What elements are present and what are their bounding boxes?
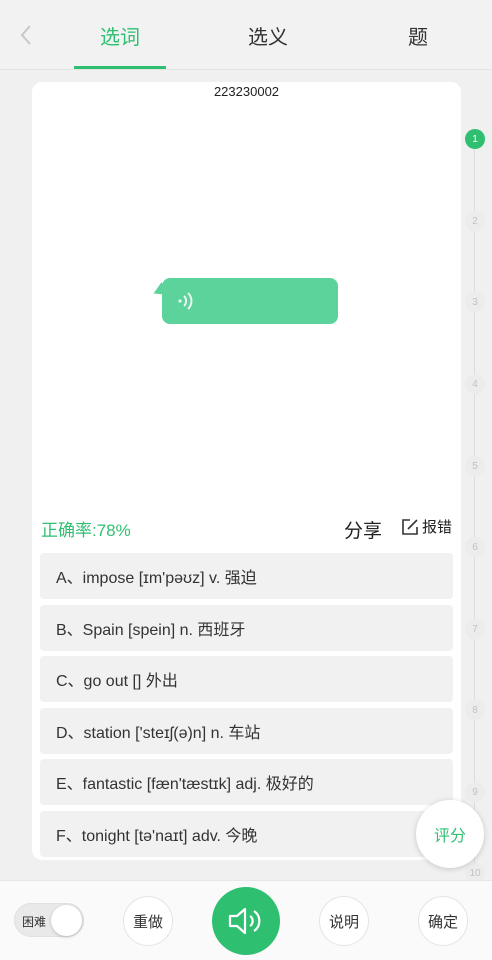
sound-wave-icon bbox=[178, 292, 193, 310]
option-b[interactable]: B、Spain [spein] n. 西班牙 bbox=[40, 605, 453, 651]
accuracy-rate: 正确率:78% bbox=[41, 521, 131, 540]
difficulty-label: 困难 bbox=[22, 915, 47, 929]
step-8[interactable]: 8 bbox=[465, 700, 485, 720]
step-2[interactable]: 2 bbox=[465, 211, 485, 231]
tab-choose-word[interactable]: 选词 bbox=[74, 0, 166, 70]
edit-icon bbox=[402, 518, 418, 535]
progress-rail bbox=[474, 130, 475, 890]
speaker-icon bbox=[228, 907, 261, 935]
step-4[interactable]: 4 bbox=[465, 374, 485, 394]
step-5[interactable]: 5 bbox=[465, 456, 485, 476]
tab-question[interactable]: 题 bbox=[372, 0, 464, 70]
share-button[interactable]: 分享 bbox=[344, 516, 382, 543]
chevron-left-icon bbox=[20, 25, 31, 45]
toggle-knob bbox=[51, 905, 82, 936]
confirm-button[interactable]: 确定 bbox=[418, 896, 468, 946]
question-card: 223230002 正确率:78% 分享 报错 A、impose [ɪm'pəʊ… bbox=[32, 82, 461, 860]
option-c[interactable]: C、go out [] 外出 bbox=[40, 656, 453, 702]
play-audio-button[interactable] bbox=[212, 887, 280, 955]
difficulty-toggle[interactable]: 困难 bbox=[14, 903, 84, 937]
step-1[interactable]: 1 bbox=[465, 129, 485, 149]
top-nav: 选词 选义 题 bbox=[0, 0, 492, 70]
redo-button[interactable]: 重做 bbox=[123, 896, 173, 946]
option-d[interactable]: D、station ['steɪʃ(ə)n] n. 车站 bbox=[40, 708, 453, 754]
bubble-tail bbox=[150, 282, 168, 300]
option-f[interactable]: F、tonight [tə'naɪt] adv. 今晚 bbox=[40, 811, 453, 857]
question-id: 223230002 bbox=[213, 84, 280, 99]
explain-button[interactable]: 说明 bbox=[319, 896, 369, 946]
step-7[interactable]: 7 bbox=[465, 619, 485, 639]
tab-choose-meaning[interactable]: 选义 bbox=[222, 0, 314, 70]
back-button[interactable] bbox=[10, 18, 42, 52]
report-error-button[interactable]: 报错 bbox=[400, 516, 452, 537]
step-6[interactable]: 6 bbox=[465, 537, 485, 557]
option-e[interactable]: E、fantastic [fæn'tæstɪk] adj. 极好的 bbox=[40, 759, 453, 805]
active-tab-indicator bbox=[74, 66, 166, 69]
bottom-toolbar: 困难 重做 说明 确定 bbox=[0, 880, 492, 960]
step-3[interactable]: 3 bbox=[465, 292, 485, 312]
report-label: 报错 bbox=[422, 519, 453, 536]
audio-bubble[interactable] bbox=[150, 278, 338, 324]
step-9[interactable]: 9 bbox=[465, 782, 485, 802]
score-button[interactable]: 评分 bbox=[416, 800, 484, 868]
option-a[interactable]: A、impose [ɪm'pəʊz] v. 强迫 bbox=[40, 553, 453, 599]
